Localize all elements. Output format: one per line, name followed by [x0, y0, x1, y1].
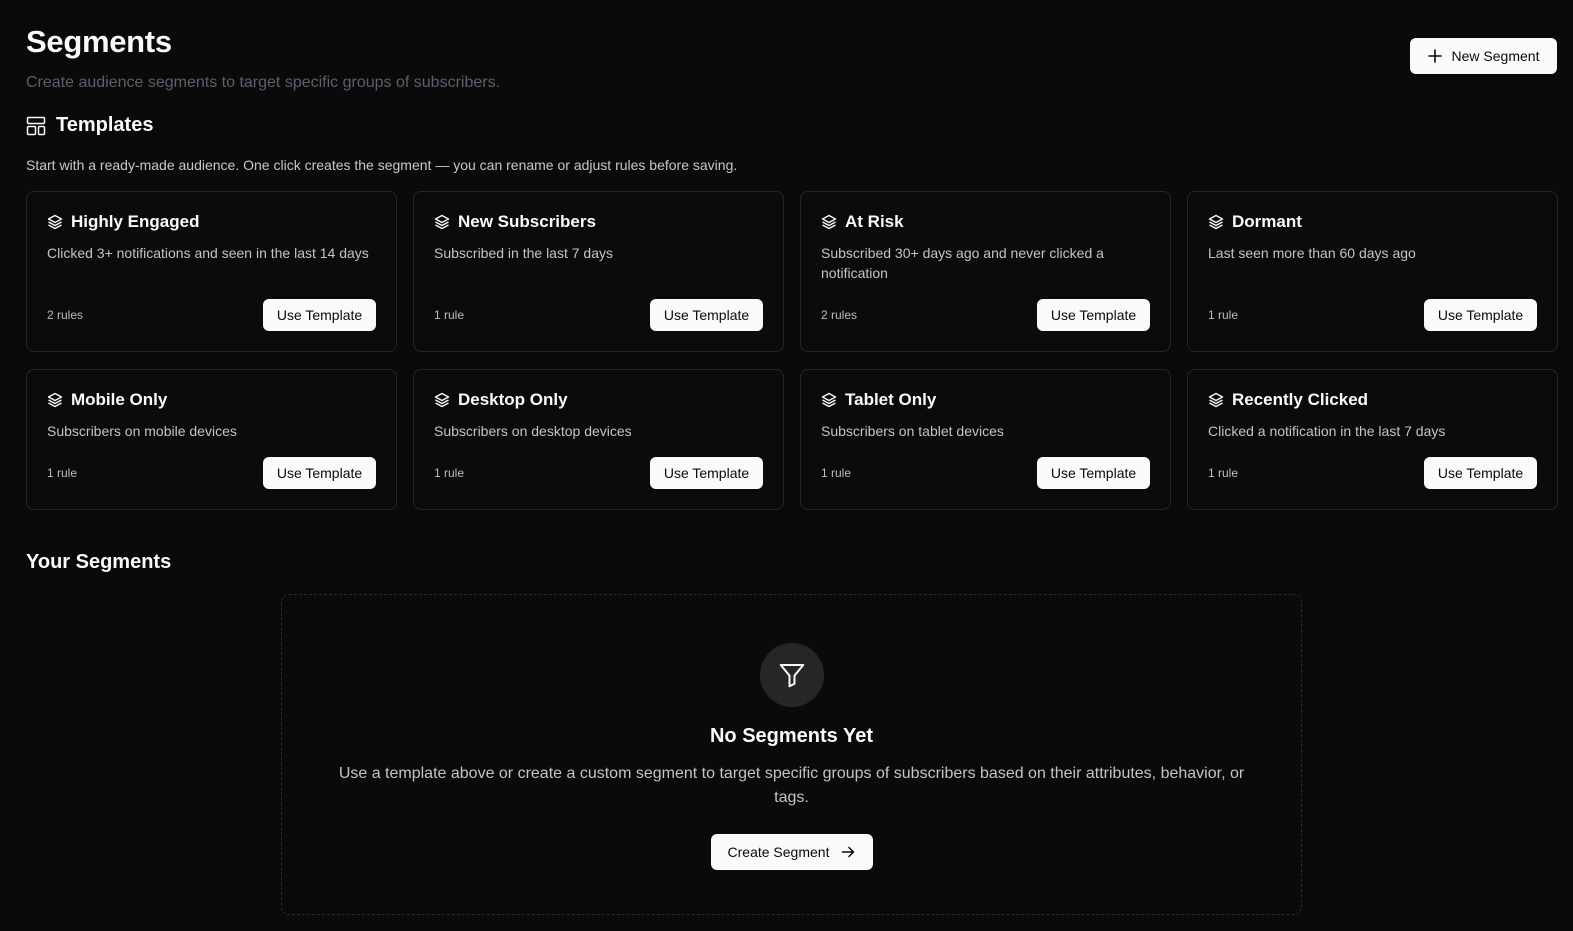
template-card-mobile-only: Mobile Only Subscribers on mobile device…	[26, 369, 397, 510]
template-card-at-risk: At Risk Subscribed 30+ days ago and neve…	[800, 191, 1171, 352]
empty-state: No Segments Yet Use a template above or …	[281, 594, 1302, 915]
use-template-button[interactable]: Use Template	[263, 457, 376, 489]
layout-template-icon	[26, 116, 46, 135]
use-template-button[interactable]: Use Template	[1424, 299, 1537, 331]
use-template-button[interactable]: Use Template	[1424, 457, 1537, 489]
template-description: Clicked 3+ notifications and seen in the…	[47, 245, 369, 261]
rule-count: 2 rules	[821, 308, 858, 322]
page-header: Segments Create audience segments to tar…	[26, 24, 500, 92]
new-segment-button-label: New Segment	[1451, 48, 1540, 64]
template-title: Recently Clicked	[1232, 390, 1369, 409]
templates-title: Templates	[56, 114, 154, 136]
template-card-tablet-only: Tablet Only Subscribers on tablet device…	[800, 369, 1171, 510]
rule-count: 1 rule	[821, 466, 852, 480]
template-title: Tablet Only	[845, 390, 937, 409]
template-title: Highly Engaged	[71, 212, 200, 231]
rule-count: 1 rule	[1208, 308, 1239, 322]
layers-icon	[821, 214, 837, 230]
rule-count: 2 rules	[47, 308, 84, 322]
new-segment-button[interactable]: New Segment	[1410, 38, 1557, 74]
template-description: Subscribers on tablet devices	[821, 423, 1004, 439]
your-segments-title: Your Segments	[26, 551, 172, 573]
templates-header: Templates	[26, 114, 153, 137]
arrow-right-icon	[842, 846, 855, 858]
template-card-highly-engaged: Highly Engaged Clicked 3+ notifications …	[26, 191, 397, 352]
empty-state-title: No Segments Yet	[709, 725, 874, 747]
empty-state-text: Use a template above or create a custom …	[338, 765, 1245, 806]
template-description: Subscribed in the last 7 days	[434, 245, 613, 261]
rule-count: 1 rule	[434, 466, 465, 480]
use-template-button[interactable]: Use Template	[650, 457, 763, 489]
use-template-button[interactable]: Use Template	[263, 299, 376, 331]
empty-state-icon-circle	[759, 643, 824, 707]
template-card-new-subscribers: New Subscribers Subscribed in the last 7…	[413, 191, 784, 352]
template-card-dormant: Dormant Last seen more than 60 days ago …	[1187, 191, 1558, 352]
layers-icon	[821, 392, 837, 408]
templates-description: Start with a ready-made audience. One cl…	[26, 157, 738, 173]
rule-count: 1 rule	[1208, 466, 1239, 480]
template-description: Clicked a notification in the last 7 day…	[1208, 423, 1446, 439]
plus-icon	[1427, 49, 1442, 63]
use-template-button[interactable]: Use Template	[1037, 299, 1150, 331]
layers-icon	[434, 392, 450, 408]
template-description: Last seen more than 60 days ago	[1208, 245, 1416, 261]
templates-grid: Highly Engaged Clicked 3+ notifications …	[26, 191, 1558, 510]
template-description: Subscribers on desktop devices	[434, 423, 632, 439]
layers-icon	[434, 214, 450, 230]
template-title: Mobile Only	[71, 390, 168, 409]
layers-icon	[1208, 214, 1224, 230]
template-title: At Risk	[845, 212, 904, 231]
page-title: Segments	[26, 24, 172, 59]
layers-icon	[47, 392, 63, 408]
use-template-button[interactable]: Use Template	[650, 299, 763, 331]
template-description: Subscribers on mobile devices	[47, 423, 237, 439]
template-card-recently-clicked: Recently Clicked Clicked a notification …	[1187, 369, 1558, 510]
use-template-button[interactable]: Use Template	[1037, 457, 1150, 489]
rule-count: 1 rule	[47, 466, 78, 480]
layers-icon	[47, 214, 63, 230]
create-segment-button[interactable]: Create Segment	[710, 834, 873, 870]
template-card-desktop-only: Desktop Only Subscribers on desktop devi…	[413, 369, 784, 510]
layers-icon	[1208, 392, 1224, 408]
filter-icon	[779, 664, 804, 688]
template-title: New Subscribers	[458, 212, 596, 231]
template-title: Desktop Only	[458, 390, 568, 409]
page-subtitle: Create audience segments to target speci…	[26, 74, 501, 91]
template-title: Dormant	[1232, 212, 1302, 231]
create-segment-button-label: Create Segment	[727, 844, 830, 860]
rule-count: 1 rule	[434, 308, 465, 322]
template-description: Subscribed 30+ days ago and never clicke…	[821, 245, 1104, 281]
